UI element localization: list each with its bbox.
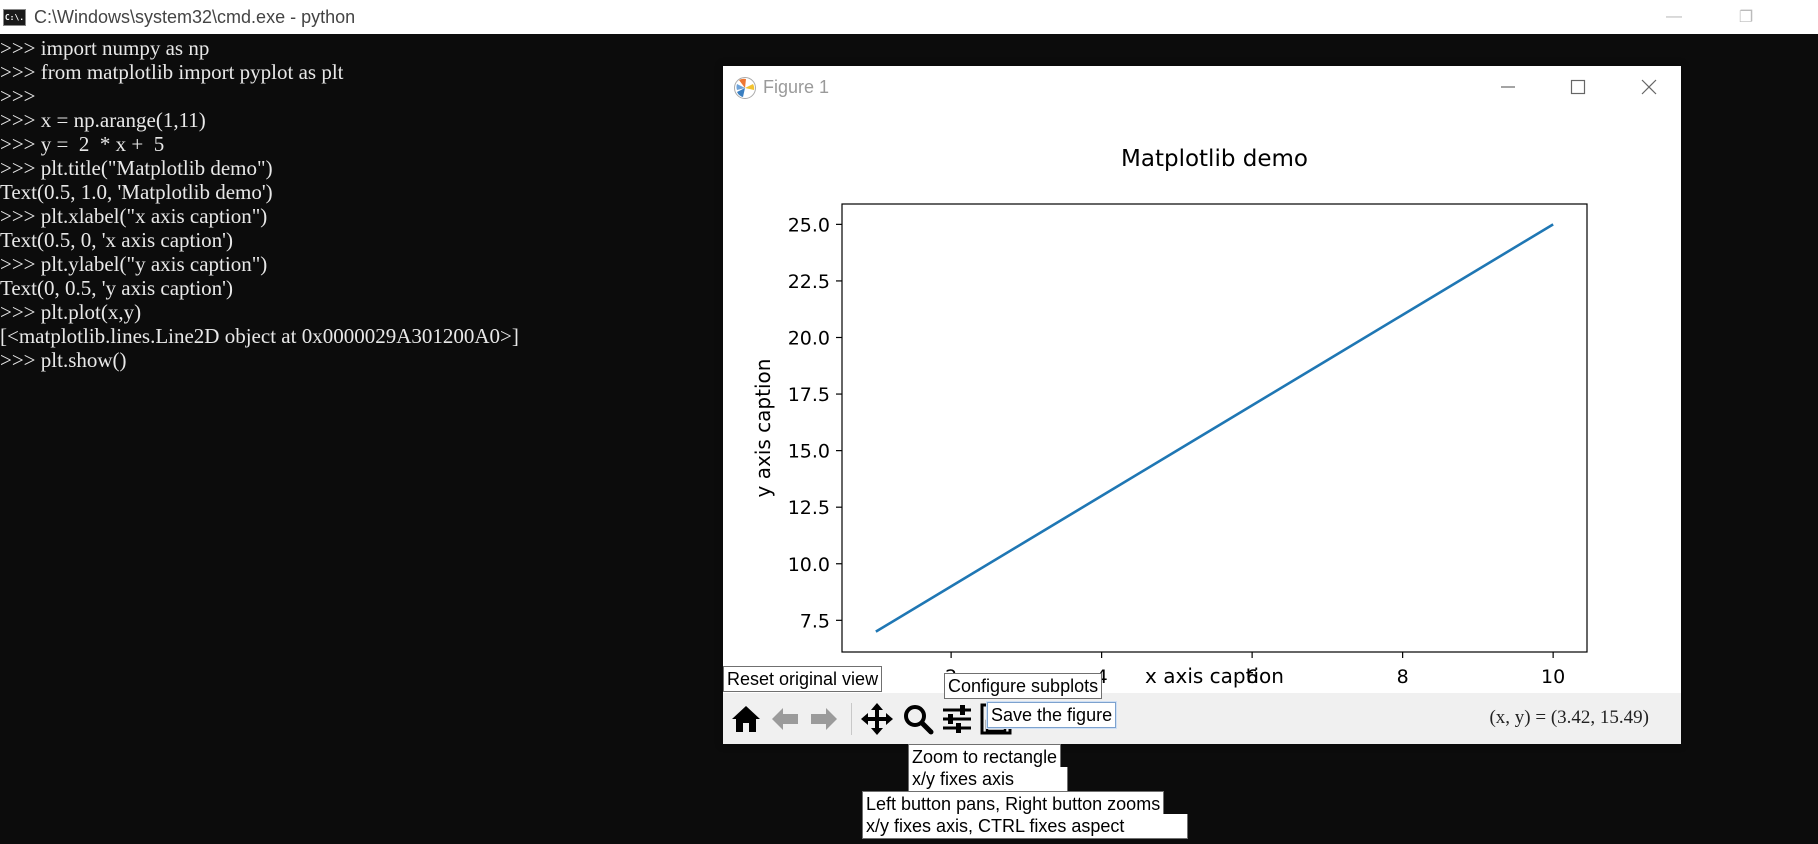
console-line: >>> x = np.arange(1,11) (0, 108, 206, 132)
magnifier-icon[interactable] (899, 701, 937, 737)
toolbar-separator (851, 703, 852, 735)
x-tick-label: 8 (1397, 666, 1409, 688)
console-titlebar: C:\. C:\Windows\system32\cmd.exe - pytho… (0, 0, 1818, 34)
arrow-right-icon[interactable] (805, 701, 843, 737)
y-tick-label: 20.0 (788, 327, 830, 349)
tooltip-reset-view: Reset original view (723, 666, 883, 692)
x-tick-label: 10 (1541, 666, 1565, 688)
plot-canvas[interactable]: 2468107.510.012.515.017.520.022.525.0Mat… (723, 108, 1681, 693)
sliders-icon[interactable] (938, 701, 976, 737)
y-tick-label: 22.5 (788, 271, 830, 293)
y-axis-label: y axis caption (751, 359, 775, 498)
coordinate-readout: (x, y) = (3.42, 15.49) (1489, 707, 1649, 728)
chart-title: Matplotlib demo (1121, 146, 1308, 172)
tooltip-configure-subplots: Configure subplots (944, 673, 1103, 699)
matplotlib-logo-icon (734, 77, 756, 99)
maximize-icon[interactable] (1563, 74, 1593, 100)
console-line: Text(0.5, 1.0, 'Matplotlib demo') (0, 180, 273, 204)
tooltip-pan-line-2: x/y fixes axis, CTRL fixes aspect (862, 814, 1188, 839)
tooltip-save-figure: Save the figure (987, 702, 1117, 728)
console-line: >>> (0, 84, 36, 108)
minimize-icon[interactable]: — (1646, 0, 1702, 34)
console-line: >>> plt.ylabel("y axis caption") (0, 252, 268, 276)
console-line: >>> plt.plot(x,y) (0, 300, 142, 324)
x-axis-label: x axis caption (1145, 664, 1284, 688)
console-icon: C:\. (3, 8, 26, 26)
y-tick-label: 10.0 (788, 554, 830, 576)
minimize-icon[interactable] (1493, 74, 1523, 100)
y-tick-label: 7.5 (800, 610, 830, 632)
tooltip-zoom-line-1: Zoom to rectangle (908, 744, 1062, 769)
console-line: >>> plt.show() (0, 348, 127, 372)
y-tick-label: 12.5 (788, 497, 830, 519)
move-icon[interactable] (858, 701, 896, 737)
tooltip-pan-line-1: Left button pans, Right button zooms (862, 791, 1165, 816)
y-tick-label: 25.0 (788, 214, 830, 236)
home-icon[interactable] (727, 701, 765, 737)
figure-title: Figure 1 (763, 77, 830, 97)
tooltip-zoom-line-2: x/y fixes axis (908, 767, 1068, 792)
figure-toolbar: (x, y) = (3.42, 15.49) (723, 693, 1681, 744)
console-title: C:\Windows\system32\cmd.exe - python (34, 6, 356, 27)
close-icon[interactable] (1634, 74, 1664, 100)
figure-window: Figure 1 2468107.510.012.515.017.520.022… (723, 66, 1681, 744)
console-line: Text(0.5, 0, 'x axis caption') (0, 228, 233, 252)
series-line (875, 223, 1554, 633)
console-line: >>> y = 2 * x + 5 (0, 132, 165, 156)
figure-titlebar: Figure 1 (723, 66, 1681, 108)
console-line: >>> plt.xlabel("x axis caption") (0, 204, 268, 228)
console-line: [<matplotlib.lines.Line2D object at 0x00… (0, 324, 519, 348)
arrow-left-icon[interactable] (766, 701, 804, 737)
restore-icon[interactable]: ❐ (1718, 0, 1774, 34)
y-tick-label: 15.0 (788, 441, 830, 463)
console-line: >>> plt.title("Matplotlib demo") (0, 156, 273, 180)
console-line: >>> from matplotlib import pyplot as plt (0, 60, 344, 84)
y-tick-label: 17.5 (788, 384, 830, 406)
console-line: Text(0, 0.5, 'y axis caption') (0, 276, 233, 300)
console-line: >>> import numpy as np (0, 36, 210, 60)
